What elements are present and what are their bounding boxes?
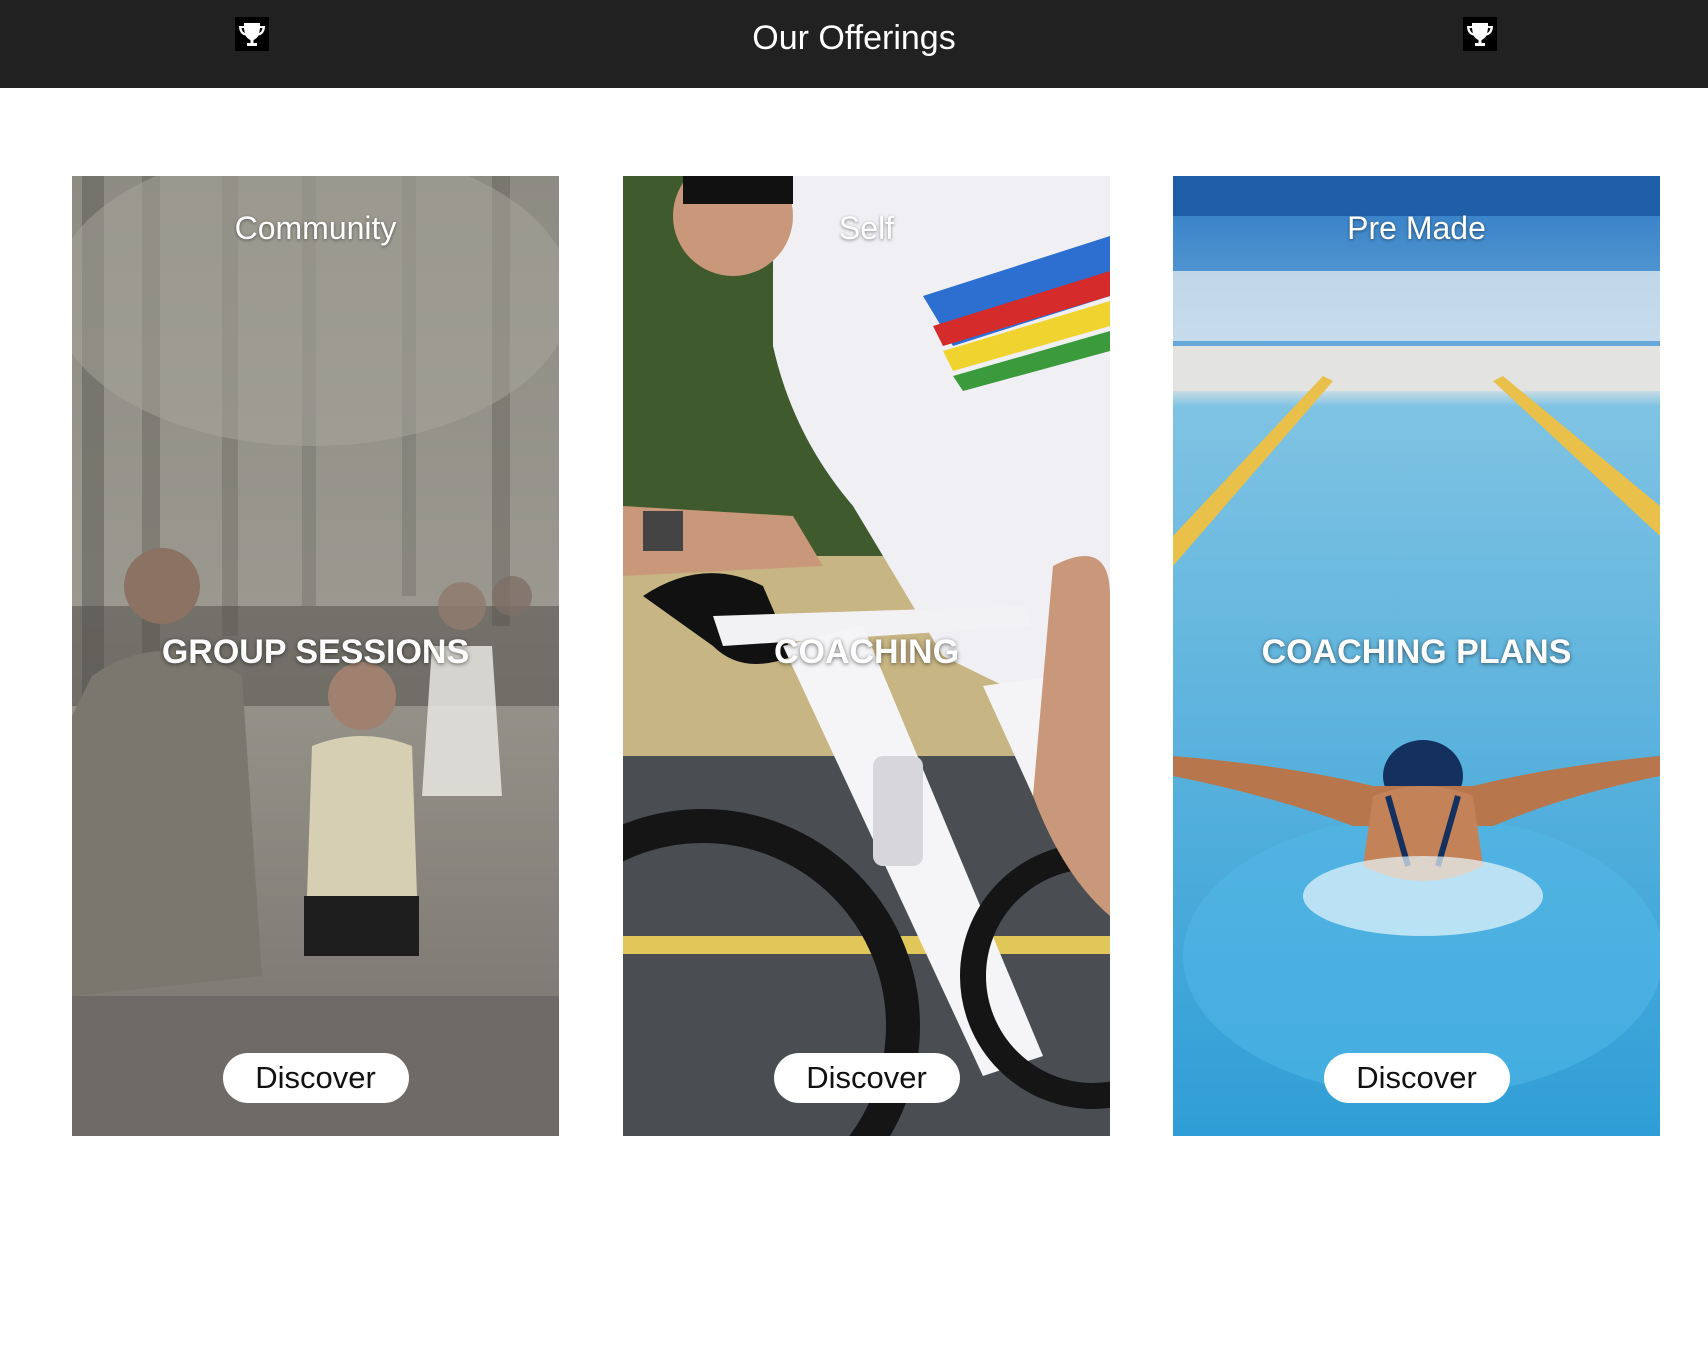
discover-button[interactable]: Discover — [773, 1053, 960, 1103]
discover-button[interactable]: Discover — [222, 1053, 409, 1103]
card-title: COACHING PLANS — [1261, 633, 1572, 671]
card-title: COACHING — [773, 633, 960, 671]
card-title: GROUP SESSIONS — [161, 633, 470, 671]
offering-card-group-sessions[interactable]: Community GROUP SESSIONS Discover — [72, 176, 559, 1136]
card-eyebrow: Self — [838, 210, 895, 246]
card-eyebrow: Community — [234, 210, 397, 246]
offering-card-coaching[interactable]: Self COACHING Discover — [623, 176, 1110, 1136]
card-eyebrow: Pre Made — [1347, 210, 1486, 246]
discover-button[interactable]: Discover — [1323, 1053, 1510, 1103]
offering-card-coaching-plans[interactable]: Pre Made COACHING PLANS Discover — [1173, 176, 1660, 1136]
page-title: Our Offerings — [752, 19, 956, 57]
top-header-bar: Our Offerings — [0, 0, 1708, 88]
trophy-icon — [1463, 17, 1497, 51]
